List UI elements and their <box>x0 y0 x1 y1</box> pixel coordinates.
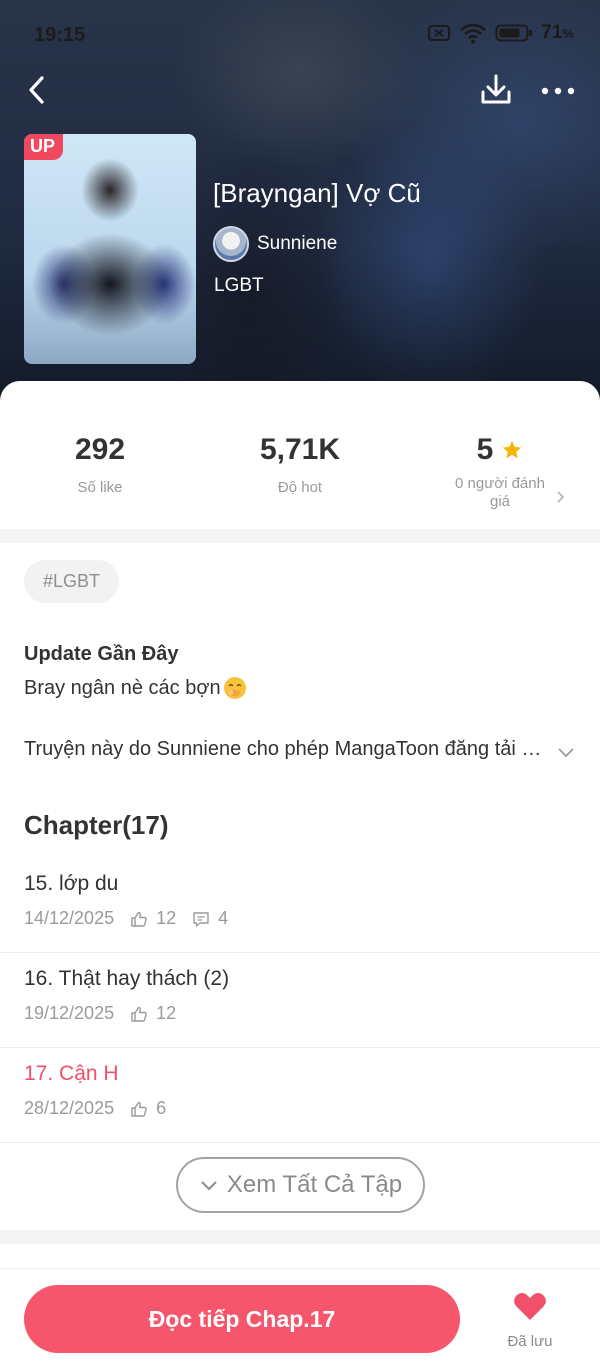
giggle-emoji-icon <box>223 677 246 699</box>
status-bar: 19:15 71% <box>0 0 600 70</box>
star-icon <box>503 440 522 459</box>
book-cover[interactable]: UP <box>24 134 196 364</box>
update-title: Update Gần Đây <box>24 643 179 665</box>
chapter-meta: 28/12/2025 6 <box>24 1098 182 1119</box>
stats-row: 292 Số like 5,71K Độ hot 5 0 người đánh … <box>0 433 600 533</box>
chapter-title[interactable]: 16. Thật hay thách (2) <box>24 967 229 991</box>
chapter-title[interactable]: 17. Cận H <box>24 1062 119 1086</box>
chapter-item-current[interactable]: 17. Cận H 28/12/2025 6 <box>0 1048 600 1143</box>
author-row[interactable]: Sunniene <box>213 226 337 262</box>
rating-value-row: 5 <box>477 433 524 467</box>
comment-icon <box>193 911 209 927</box>
status-icons: 71% <box>427 22 574 44</box>
back-arrow-icon[interactable] <box>20 72 56 108</box>
see-all-label: Xem Tất Cả Tập <box>226 1171 403 1198</box>
more-icon[interactable] <box>538 76 578 106</box>
genre-label: LGBT <box>214 275 264 296</box>
hot-value: 5,71K <box>259 433 341 466</box>
chapter-heading: Chapter(17) <box>24 810 169 840</box>
see-all-chapters-button[interactable]: Xem Tất Cả Tập <box>176 1157 425 1213</box>
status-time: 19:15 <box>34 24 86 46</box>
chapter-likes: 12 <box>156 1003 177 1023</box>
saved-toggle[interactable]: Đã lưu <box>495 1291 565 1350</box>
likes-label: Số like <box>77 479 123 496</box>
description-text: Truyện này do Sunniene cho phép MangaToo… <box>24 738 552 760</box>
author-avatar[interactable] <box>213 226 249 262</box>
chevron-down-icon <box>201 1181 217 1191</box>
battery-icon <box>495 24 533 42</box>
author-name[interactable]: Sunniene <box>257 233 337 255</box>
download-icon[interactable] <box>478 72 514 108</box>
chapter-likes: 6 <box>156 1098 167 1118</box>
hot-label: Độ hot <box>277 479 323 496</box>
chevron-right-icon[interactable] <box>553 490 567 504</box>
chapter-item[interactable]: 15. lớp du 14/12/2025 12 4 <box>0 858 600 953</box>
chapter-item[interactable]: 16. Thật hay thách (2) 19/12/2025 12 <box>0 953 600 1048</box>
wifi-icon <box>460 23 487 44</box>
saved-label: Đã lưu <box>507 1333 553 1350</box>
book-title: [Brayngan] Vợ Cũ <box>213 178 421 208</box>
rating-value: 5 <box>476 433 494 466</box>
sim-off-icon <box>428 25 451 41</box>
chapter-date: 14/12/2025 <box>24 908 115 928</box>
heart-icon[interactable] <box>513 1291 547 1321</box>
section-divider <box>0 1230 600 1244</box>
like-icon <box>131 1006 147 1022</box>
chapter-title[interactable]: 15. lớp du <box>24 872 118 896</box>
chevron-down-icon[interactable] <box>556 742 576 762</box>
update-badge: UP <box>24 134 64 160</box>
bottom-action-bar: Đọc tiếp Chap.17 Đã lưu <box>0 1268 600 1367</box>
battery-percent: 71% <box>541 22 574 43</box>
chapter-meta: 14/12/2025 12 4 <box>24 908 244 929</box>
hero-header: 19:15 71% UP [Brayngan] Vợ Cũ Sunniene L… <box>0 0 600 400</box>
tag-chip[interactable]: #LGBT <box>24 560 120 603</box>
chapter-likes: 12 <box>156 908 177 928</box>
chapter-comments: 4 <box>218 908 229 928</box>
chapter-date: 28/12/2025 <box>24 1098 115 1118</box>
chapter-date: 19/12/2025 <box>24 1003 115 1023</box>
likes-value: 292 <box>74 433 126 466</box>
stat-hot: 5,71K Độ hot <box>200 433 400 496</box>
chapter-meta: 19/12/2025 12 <box>24 1003 192 1024</box>
section-divider <box>0 529 600 543</box>
update-text: Bray ngân nè các bợn <box>24 676 221 699</box>
like-icon <box>131 1101 147 1117</box>
like-icon <box>131 911 147 927</box>
stat-likes: 292 Số like <box>0 433 200 496</box>
stat-rating[interactable]: 5 0 người đánh giá <box>400 433 600 511</box>
rating-label: 0 người đánh giá <box>455 475 545 510</box>
update-body: Bray ngân nè các bợn <box>24 676 247 700</box>
continue-reading-button[interactable]: Đọc tiếp Chap.17 <box>24 1285 460 1353</box>
description-row[interactable]: Truyện này do Sunniene cho phép MangaToo… <box>24 738 576 766</box>
